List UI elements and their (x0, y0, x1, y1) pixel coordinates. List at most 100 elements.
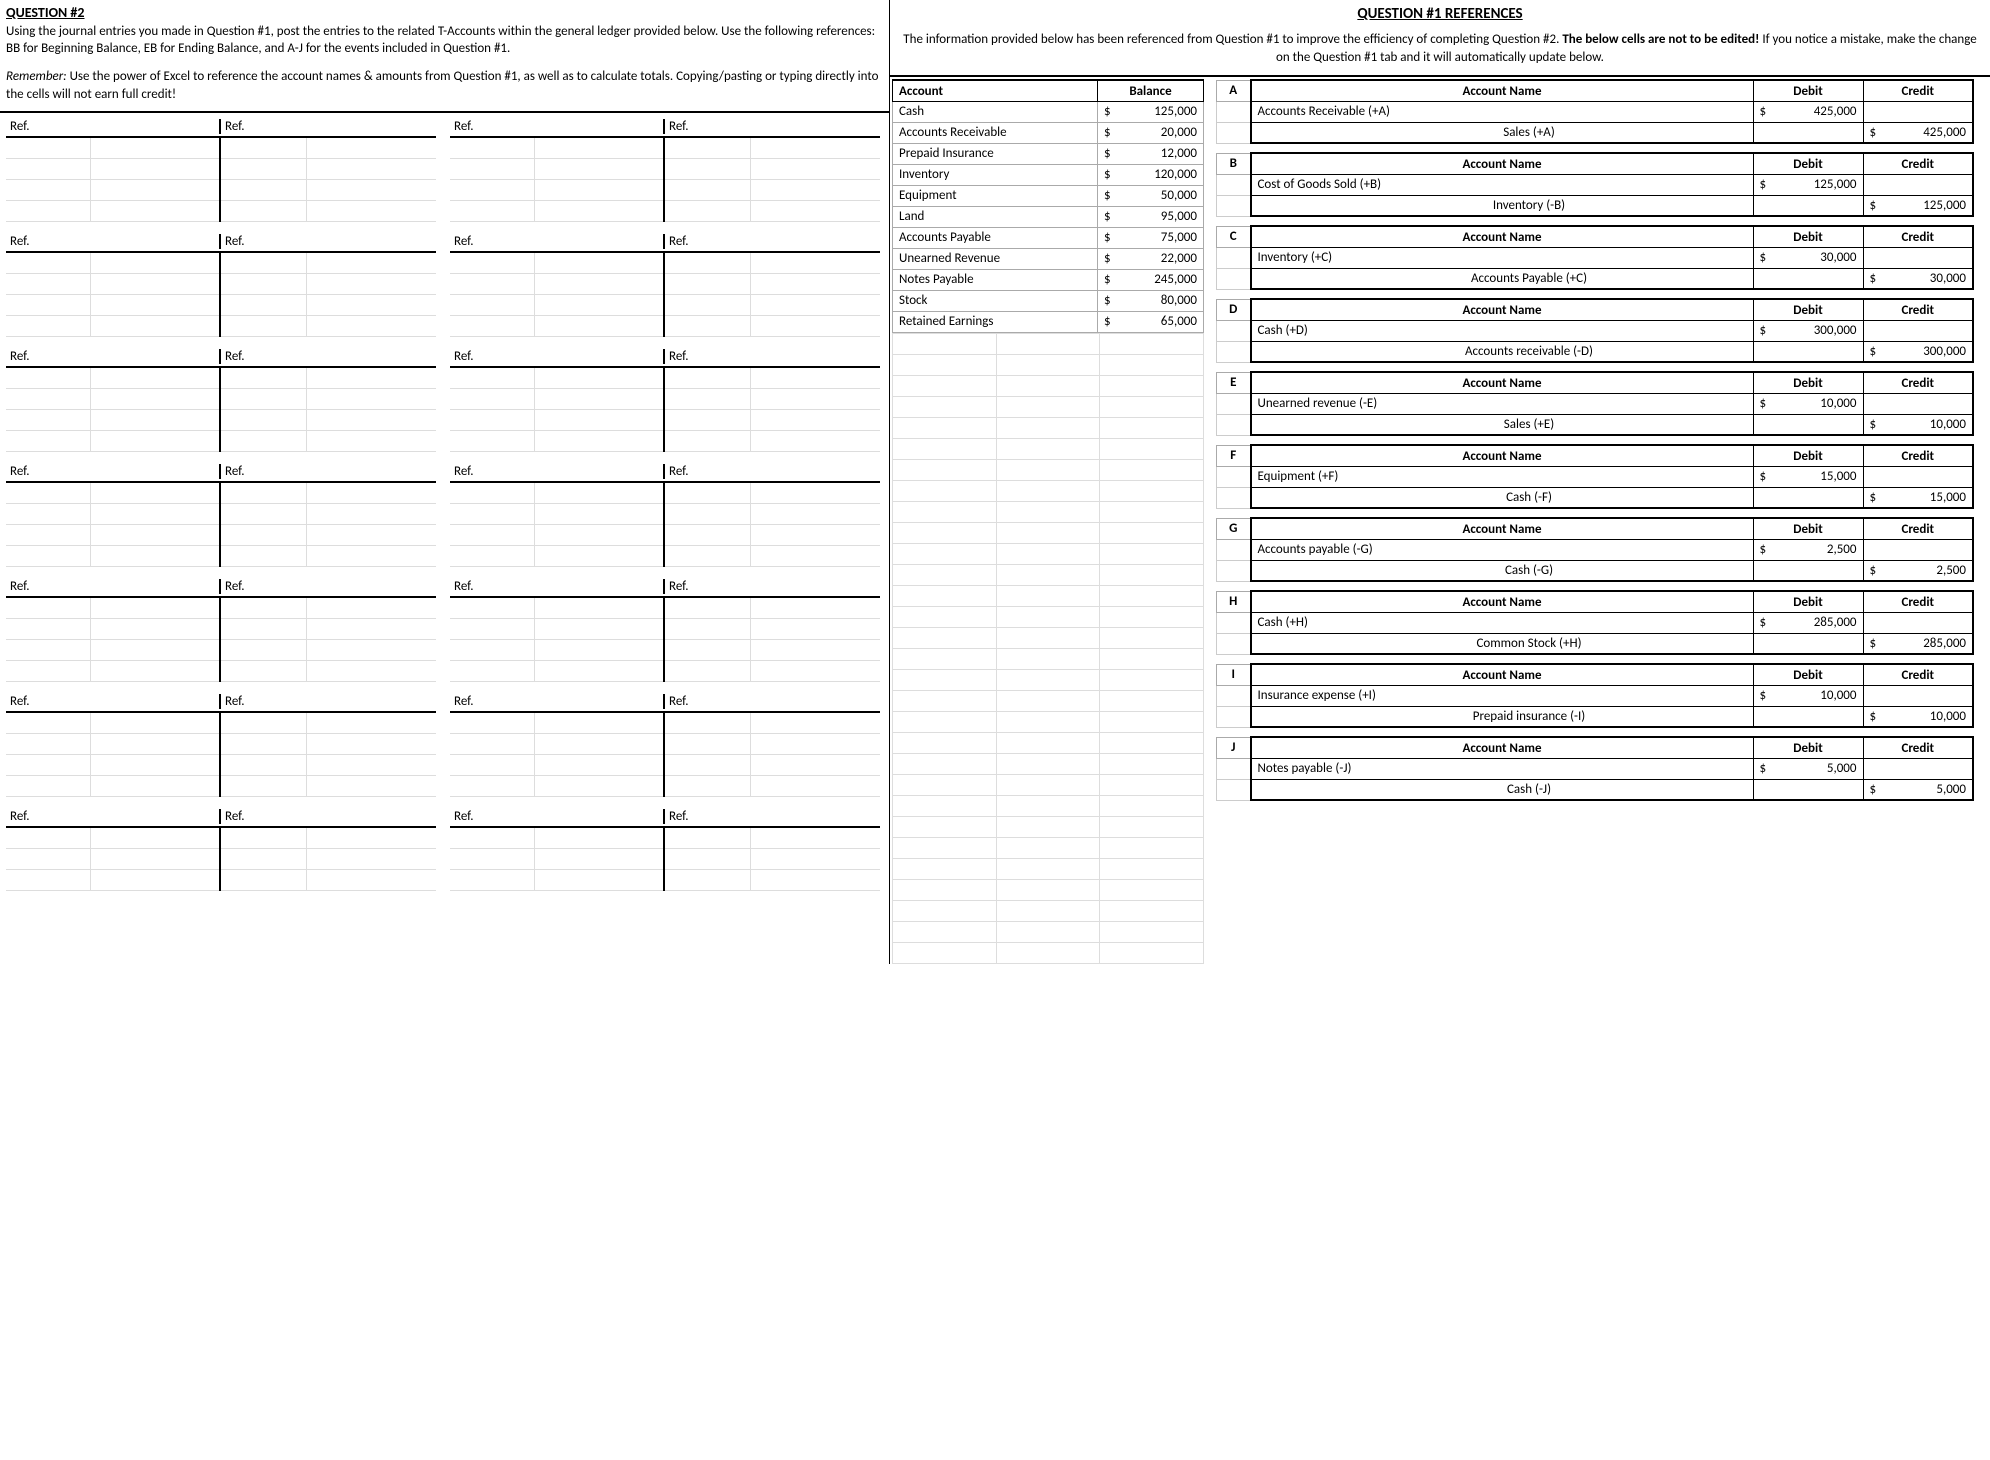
entry-debit-account: Cash (+D) (1251, 320, 1754, 341)
entry-head-credit: Credit (1863, 153, 1973, 174)
q1-ref-text-pre: The information provided below has been … (903, 32, 1562, 47)
balances-head-account: Account (893, 80, 1098, 101)
balance-amount: $120,000 (1097, 164, 1203, 185)
entry-letter: E (1217, 372, 1251, 393)
entry-head-credit: Credit (1863, 591, 1973, 612)
entry-head-debit: Debit (1753, 80, 1863, 101)
balance-account: Stock (893, 290, 1098, 311)
balance-amount: $95,000 (1097, 206, 1203, 227)
entry-head-account: Account Name (1251, 299, 1754, 320)
entry-debit-account: Cost of Goods Sold (+B) (1251, 174, 1754, 195)
q1-ref-title: QUESTION #1 REFERENCES (900, 4, 1980, 25)
entry-debit-amount: $10,000 (1753, 393, 1863, 414)
balance-amount: $12,000 (1097, 143, 1203, 164)
t-account[interactable]: Ref.Ref. (6, 577, 436, 682)
entry-letter: C (1217, 226, 1251, 247)
balance-amount: $245,000 (1097, 269, 1203, 290)
entry-head-debit: Debit (1753, 226, 1863, 247)
balance-row: Accounts Receivable $20,000 (893, 122, 1204, 143)
balance-account: Unearned Revenue (893, 248, 1098, 269)
entry-debit-amount: $125,000 (1753, 174, 1863, 195)
question2-header: QUESTION #2 Using the journal entries yo… (0, 0, 889, 113)
entry-credit-amount: $10,000 (1863, 414, 1973, 435)
entry-letter: H (1217, 591, 1251, 612)
entry-credit-account: Prepaid insurance (-I) (1251, 706, 1754, 727)
entry-debit-account: Insurance expense (+I) (1251, 685, 1754, 706)
remember-text: Use the power of Excel to reference the … (6, 69, 878, 102)
t-account[interactable]: Ref.Ref. (6, 232, 436, 337)
t-account[interactable]: Ref.Ref. (450, 117, 880, 222)
entry-head-account: Account Name (1251, 591, 1754, 612)
entry-credit-amount: $285,000 (1863, 633, 1973, 654)
entry-credit-account: Cash (-G) (1251, 560, 1754, 581)
t-account[interactable]: Ref.Ref. (6, 117, 436, 222)
entry-head-credit: Credit (1863, 372, 1973, 393)
q1-ref-text-bold: The below cells are not to be edited! (1562, 32, 1759, 47)
balance-row: Cash $125,000 (893, 101, 1204, 122)
balance-account: Accounts Receivable (893, 122, 1098, 143)
t-account[interactable]: Ref.Ref. (6, 807, 436, 891)
entry-credit-amount: $125,000 (1863, 195, 1973, 216)
entry-letter: I (1217, 664, 1251, 685)
balance-account: Retained Earnings (893, 311, 1098, 332)
journal-entry-G: G Account Name Debit Credit Accounts pay… (1216, 517, 1974, 582)
balance-account: Inventory (893, 164, 1098, 185)
ref-label: Ref. (221, 119, 436, 134)
entry-credit-amount: $15,000 (1863, 487, 1973, 508)
entry-credit-amount: $10,000 (1863, 706, 1973, 727)
q1-references-header: QUESTION #1 REFERENCES The information p… (890, 0, 1990, 77)
t-account[interactable]: Ref.Ref. (450, 462, 880, 567)
entry-credit-account: Sales (+E) (1251, 414, 1754, 435)
entry-head-credit: Credit (1863, 737, 1973, 758)
t-account[interactable]: Ref.Ref. (450, 232, 880, 337)
entry-head-debit: Debit (1753, 445, 1863, 466)
entry-debit-amount: $300,000 (1753, 320, 1863, 341)
balance-account: Prepaid Insurance (893, 143, 1098, 164)
entry-credit-account: Accounts Payable (+C) (1251, 268, 1754, 289)
t-account[interactable]: Ref.Ref. (6, 462, 436, 567)
journal-entry-B: B Account Name Debit Credit Cost of Good… (1216, 152, 1974, 217)
balance-amount: $75,000 (1097, 227, 1203, 248)
entry-credit-amount: $300,000 (1863, 341, 1973, 362)
balance-row: Notes Payable $245,000 (893, 269, 1204, 290)
entry-head-credit: Credit (1863, 664, 1973, 685)
entry-letter: A (1217, 80, 1251, 101)
t-account[interactable]: Ref.Ref. (6, 347, 436, 452)
entry-debit-account: Cash (+H) (1251, 612, 1754, 633)
entry-head-account: Account Name (1251, 80, 1754, 101)
entry-head-account: Account Name (1251, 153, 1754, 174)
entry-credit-account: Inventory (-B) (1251, 195, 1754, 216)
entry-letter: J (1217, 737, 1251, 758)
balance-account: Land (893, 206, 1098, 227)
entry-head-debit: Debit (1753, 299, 1863, 320)
journal-entry-E: E Account Name Debit Credit Unearned rev… (1216, 371, 1974, 436)
balance-row: Stock $80,000 (893, 290, 1204, 311)
journal-entries: A Account Name Debit Credit Accounts Rec… (1210, 79, 1980, 964)
entry-head-account: Account Name (1251, 372, 1754, 393)
entry-credit-amount: $30,000 (1863, 268, 1973, 289)
balance-account: Notes Payable (893, 269, 1098, 290)
t-account[interactable]: Ref.Ref. (450, 347, 880, 452)
balance-row: Retained Earnings $65,000 (893, 311, 1204, 332)
t-account[interactable]: Ref.Ref. (450, 692, 880, 797)
entry-letter: F (1217, 445, 1251, 466)
q2-instructions: Using the journal entries you made in Qu… (6, 23, 883, 58)
entry-letter: G (1217, 518, 1251, 539)
t-account[interactable]: Ref.Ref. (450, 807, 880, 891)
entry-debit-account: Equipment (+F) (1251, 466, 1754, 487)
ref-label: Ref. (6, 119, 221, 134)
balance-account: Equipment (893, 185, 1098, 206)
ref-label: Ref. (665, 119, 880, 134)
entry-head-credit: Credit (1863, 80, 1973, 101)
entry-debit-amount: $10,000 (1753, 685, 1863, 706)
entry-head-account: Account Name (1251, 737, 1754, 758)
entry-head-debit: Debit (1753, 664, 1863, 685)
entry-debit-account: Notes payable (-J) (1251, 758, 1754, 779)
t-account[interactable]: Ref.Ref. (450, 577, 880, 682)
entry-credit-account: Sales (+A) (1251, 122, 1754, 143)
entry-credit-account: Cash (-F) (1251, 487, 1754, 508)
t-account[interactable]: Ref.Ref. (6, 692, 436, 797)
entry-letter: D (1217, 299, 1251, 320)
balance-row: Unearned Revenue $22,000 (893, 248, 1204, 269)
entry-credit-account: Accounts receivable (-D) (1251, 341, 1754, 362)
